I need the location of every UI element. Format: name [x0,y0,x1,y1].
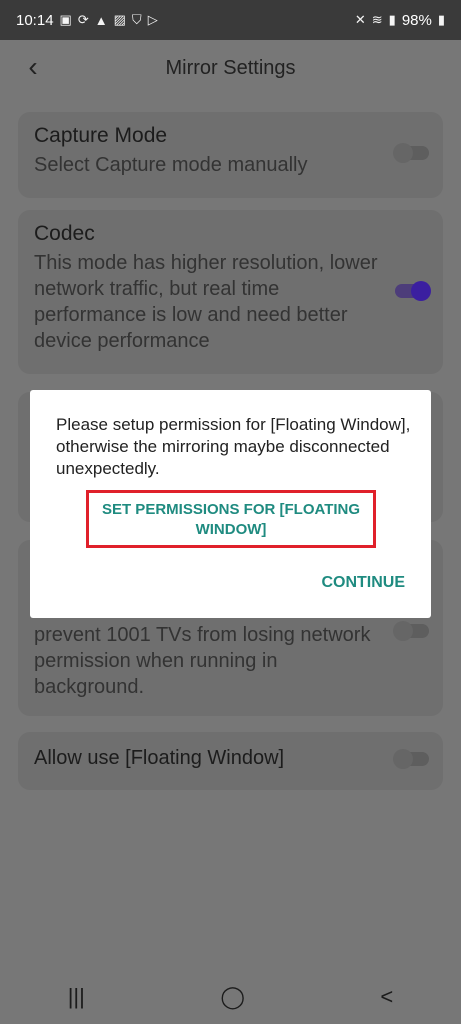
navigation-bar: ||| ◯ < [0,970,461,1024]
signal-icon: ▮ [388,12,396,27]
play-icon: ▷ [147,12,158,27]
warning-icon: ▲ [94,12,108,28]
app-bar: ‹ Mirror Settings [0,40,461,100]
card-title: Capture Mode [34,124,168,147]
card-subtitle: This mode has higher resolution, lower n… [34,252,378,352]
mute-icon: ✕ [354,12,366,27]
toggle-knob [393,621,413,641]
capture-mode-toggle[interactable] [393,143,429,163]
network-permission-toggle[interactable] [393,621,429,641]
status-left: 10:14 ▣ ⟳ ▲ ▨ ⛉ ▷ [16,12,158,29]
status-bar: 10:14 ▣ ⟳ ▲ ▨ ⛉ ▷ ✕ ≋ ▮ 98% ▮ [0,0,461,40]
battery-icon: ▮ [437,12,445,27]
status-right: ✕ ≋ ▮ 98% ▮ [355,12,445,29]
floating-window-toggle[interactable] [393,749,429,769]
card-subtitle: Select Capture mode manually [34,154,308,176]
image-icon: ▨ [113,12,126,27]
home-icon[interactable]: ◯ [220,984,245,1010]
card-title: Codec [34,222,95,245]
permission-dialog: Please setup permission for [Floating Wi… [30,390,431,618]
battery-level: 98% [401,11,432,29]
shield-icon: ⛉ [131,12,142,27]
codec-toggle[interactable] [395,281,431,301]
toggle-knob [393,749,413,769]
sync-icon: ⟳ [77,12,89,27]
card-capture-mode[interactable]: Capture Mode Select Capture mode manuall… [18,112,443,198]
toggle-knob [393,143,413,163]
wifi-icon: ≋ [371,12,383,27]
toggle-knob [411,281,431,301]
continue-button[interactable]: CONTINUE [321,574,405,592]
card-subtitle: prevent 1001 TVs from losing network per… [34,624,371,698]
set-permissions-button[interactable]: SET PERMISSIONS FOR [FLOATING WINDOW] [86,490,376,548]
dialog-message: Please setup permission for [Floating Wi… [56,415,411,478]
card-floating-window[interactable]: Allow use [Floating Window] [18,732,443,790]
card-codec[interactable]: Codec This mode has higher resolution, l… [18,210,443,374]
nav-back-icon[interactable]: < [380,984,393,1010]
card-title: Allow use [Floating Window] [34,747,285,769]
page-title: Mirror Settings [165,57,296,79]
status-time: 10:14 [16,11,54,29]
bag-icon: ▣ [59,12,72,27]
recents-icon[interactable]: ||| [68,984,85,1010]
